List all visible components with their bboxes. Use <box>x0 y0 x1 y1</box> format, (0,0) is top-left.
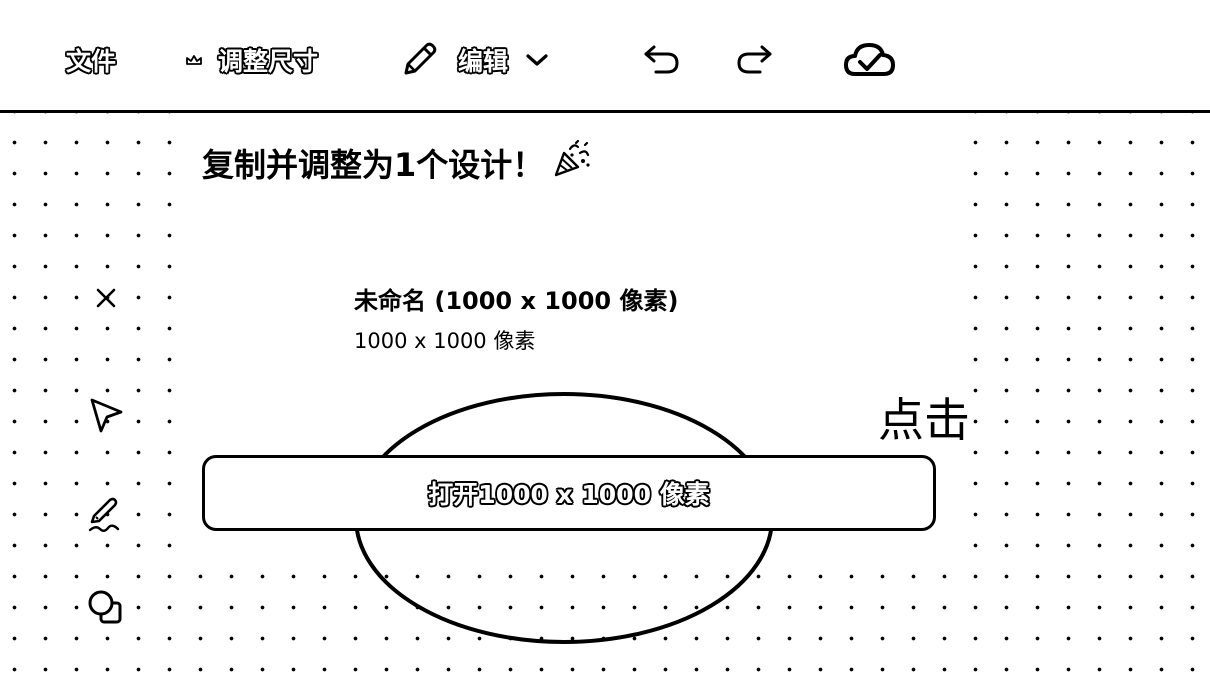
file-menu-label: 文件 <box>66 47 117 76</box>
close-button[interactable] <box>82 276 130 324</box>
open-design-button[interactable]: 打开1000 x 1000 像素 <box>202 455 936 531</box>
resize-label: 调整尺寸 <box>218 47 319 76</box>
redo-icon <box>732 41 776 79</box>
edit-label: 编辑 <box>458 47 509 76</box>
cloud-check-icon <box>843 40 897 80</box>
open-design-button-label: 打开1000 x 1000 像素 <box>428 480 710 509</box>
draw-tool-button[interactable] <box>82 492 130 540</box>
panel-title-text: 复制并调整为1个设计！ <box>202 146 545 184</box>
shapes-tool-button[interactable] <box>82 586 130 634</box>
close-icon <box>93 285 119 315</box>
design-name: 未命名 (1000 x 1000 像素) <box>354 287 679 315</box>
file-menu-button[interactable]: 文件 <box>66 40 116 80</box>
draw-icon <box>84 492 128 540</box>
edit-menu-button[interactable]: 编辑 <box>398 40 550 80</box>
undo-button[interactable] <box>640 40 684 80</box>
crown-icon <box>184 52 204 68</box>
undo-icon <box>640 41 684 79</box>
pointer-icon <box>86 395 126 441</box>
pencil-icon <box>398 39 440 81</box>
select-tool-button[interactable] <box>82 394 130 442</box>
shapes-icon <box>84 586 128 634</box>
click-annotation: 点击 <box>876 384 972 450</box>
chevron-down-icon[interactable] <box>524 51 550 69</box>
save-status-button[interactable] <box>843 40 897 80</box>
editor-canvas: 文件 调整尺寸 编辑 复制并调整为1个设计！ 未命名 (1000 x 1000 … <box>0 0 1210 686</box>
design-size: 1000 x 1000 像素 <box>354 329 536 353</box>
resize-button[interactable]: 调整尺寸 <box>184 40 318 80</box>
panel-title: 复制并调整为1个设计！ <box>202 139 592 187</box>
party-popper-icon <box>552 139 592 187</box>
top-toolbar: 文件 调整尺寸 编辑 <box>0 0 1210 113</box>
redo-button[interactable] <box>732 40 776 80</box>
